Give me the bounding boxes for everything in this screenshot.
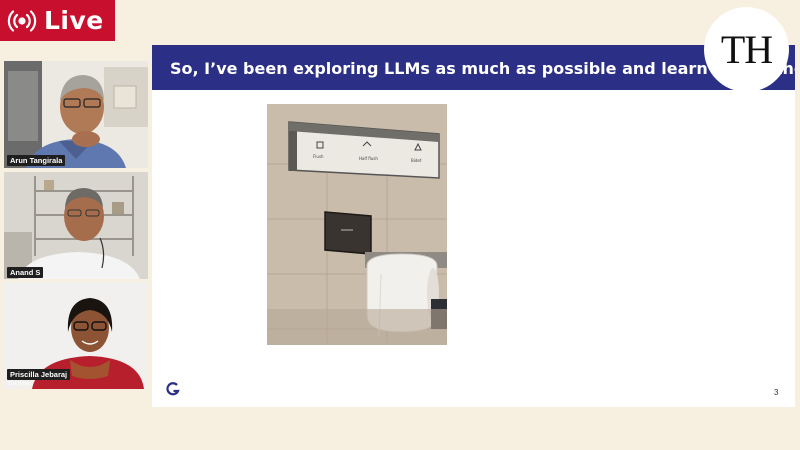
participant-video bbox=[4, 172, 148, 279]
participant-affiliation: The Hindu bbox=[8, 381, 32, 387]
participant-tile-arun[interactable]: Arun Tangirala bbox=[4, 61, 148, 168]
slide-title-bar: So, I’ve been exploring LLMs as much as … bbox=[152, 45, 795, 90]
live-badge: Live bbox=[0, 0, 115, 41]
logo-text: TH bbox=[720, 27, 773, 72]
panel-label: Flush bbox=[313, 154, 324, 159]
participant-name: Priscilla Jebaraj bbox=[7, 369, 71, 380]
participant-tile-anand[interactable]: Anand S bbox=[4, 172, 148, 279]
panel-label: Half flush bbox=[359, 156, 378, 161]
slide-title: So, I’ve been exploring LLMs as much as … bbox=[170, 59, 795, 78]
presentation-slide: So, I’ve been exploring LLMs as much as … bbox=[152, 45, 795, 407]
slide-photo-toilet-panel: Flush Half flush Bidet bbox=[267, 104, 447, 345]
participant-name: Anand S bbox=[7, 267, 44, 278]
live-label: Live bbox=[44, 6, 104, 35]
panel-label: Bidet bbox=[411, 158, 422, 163]
participant-video bbox=[4, 61, 148, 168]
participant-name: Arun Tangirala bbox=[7, 155, 66, 166]
broadcast-icon bbox=[0, 0, 44, 41]
the-hindu-logo: TH bbox=[704, 7, 789, 92]
participant-tile-priscilla[interactable]: Priscilla Jebaraj The Hindu bbox=[4, 282, 148, 389]
slide-page-number: 3 bbox=[774, 388, 779, 397]
slide-brand-logo-icon bbox=[166, 382, 180, 401]
